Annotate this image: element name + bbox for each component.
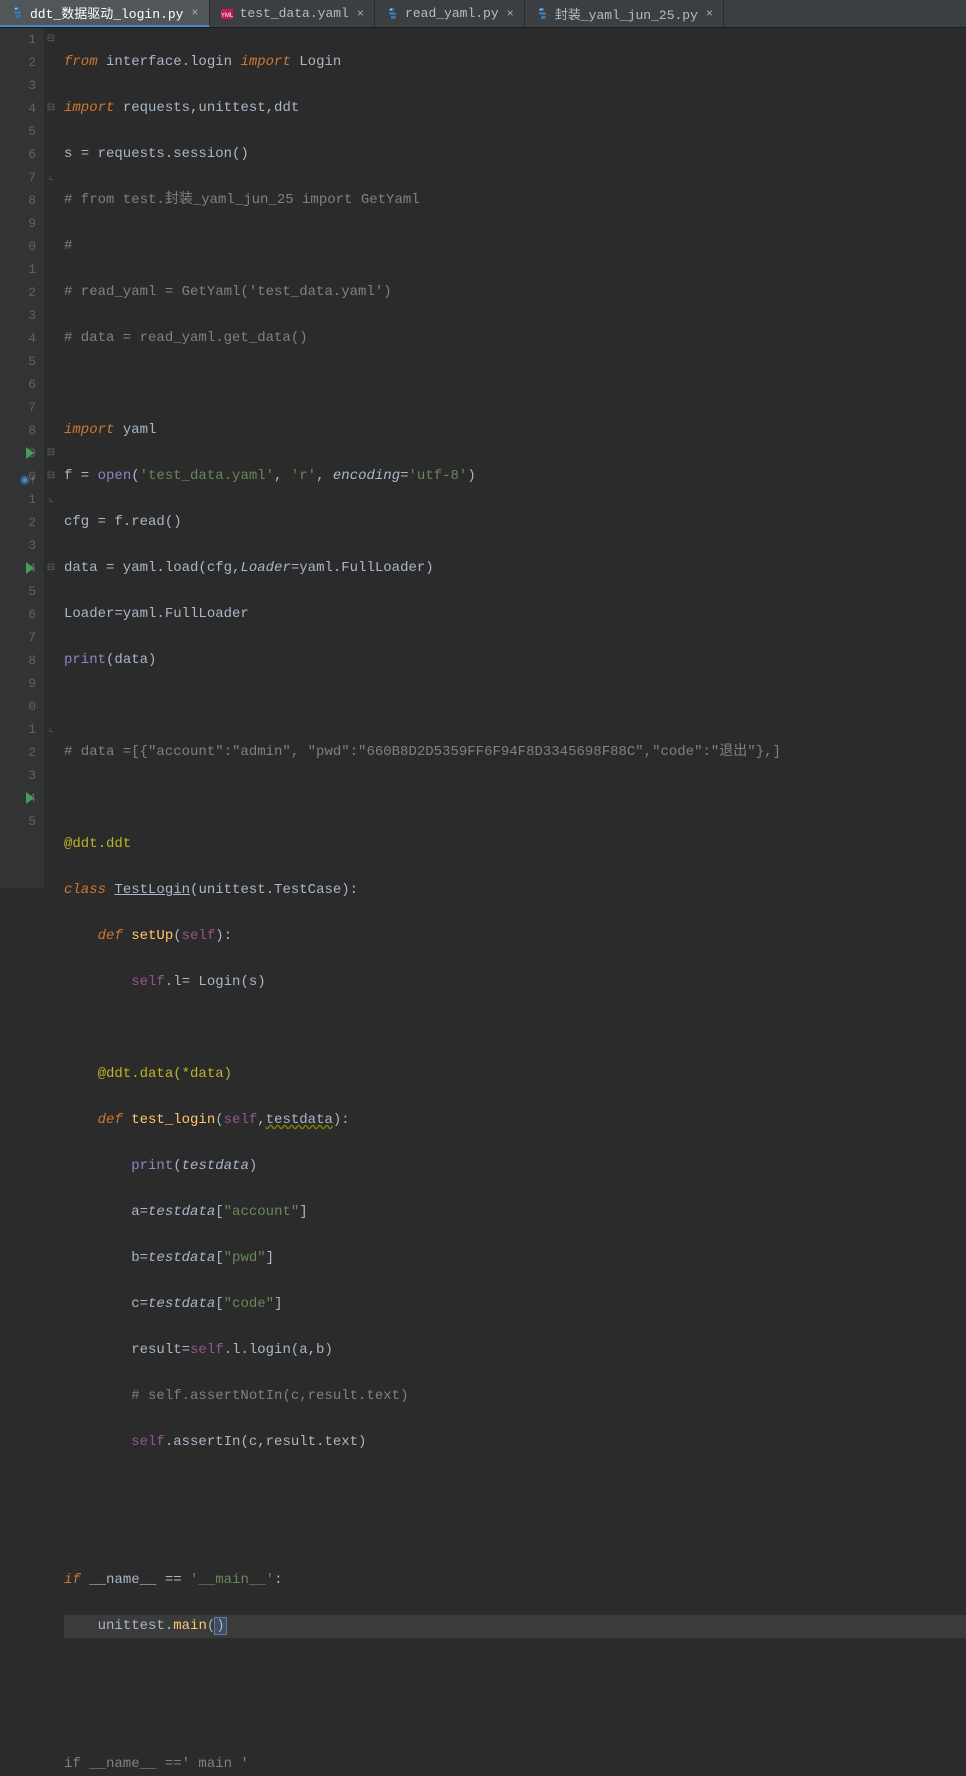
tab-label: 封装_yaml_jun_25.py: [555, 4, 698, 23]
run-gutter-icon[interactable]: [26, 447, 34, 459]
line-number: 4: [0, 327, 36, 350]
editor-tabs: ddt_数据驱动_login.py × YML test_data.yaml ×…: [0, 0, 966, 28]
line-number: 5: [0, 120, 36, 143]
line-number: 4: [0, 557, 36, 580]
yaml-icon: YML: [220, 7, 234, 21]
line-number: 7: [0, 626, 36, 649]
line-number: 8: [0, 189, 36, 212]
fold-gutter: ⊟⊟⌞⊟⊟⌞⊟⌞: [44, 28, 58, 888]
tab-test-data[interactable]: YML test_data.yaml ×: [210, 0, 375, 27]
close-icon[interactable]: ×: [191, 6, 198, 20]
close-icon[interactable]: ×: [507, 7, 514, 21]
tab-ddt-login[interactable]: ddt_数据驱动_login.py ×: [0, 0, 210, 27]
line-number: 7: [0, 396, 36, 419]
code-editor[interactable]: 1 2 3 4 5 6 7 8 9 0 1 2 3 4 5 6 7 8 9 0◉…: [0, 28, 966, 888]
close-icon[interactable]: ×: [706, 7, 713, 21]
line-number: 5: [0, 350, 36, 373]
line-number: 6: [0, 373, 36, 396]
line-number: 5: [0, 810, 36, 833]
line-number: 2: [0, 741, 36, 764]
line-number: 9: [0, 212, 36, 235]
line-number: 3: [0, 304, 36, 327]
line-number: 1: [0, 28, 36, 51]
run-gutter-icon[interactable]: [26, 792, 34, 804]
line-number-gutter: 1 2 3 4 5 6 7 8 9 0 1 2 3 4 5 6 7 8 9 0◉…: [0, 28, 44, 888]
caret: ): [214, 1617, 226, 1635]
line-number: 6: [0, 143, 36, 166]
svg-text:YML: YML: [220, 13, 233, 19]
python-icon: [10, 6, 24, 20]
line-number: 3: [0, 74, 36, 97]
line-number: 9: [0, 672, 36, 695]
line-number: 8: [0, 649, 36, 672]
line-number: 0◉↑: [0, 465, 36, 488]
python-icon: [535, 7, 549, 21]
line-number: 5: [0, 580, 36, 603]
tab-label: test_data.yaml: [240, 6, 349, 21]
line-number: 0: [0, 695, 36, 718]
tab-label: read_yaml.py: [405, 6, 499, 21]
close-icon[interactable]: ×: [357, 7, 364, 21]
line-number: 6: [0, 603, 36, 626]
line-number: 2: [0, 511, 36, 534]
line-number: 2: [0, 51, 36, 74]
code-area[interactable]: from interface.login import Login import…: [58, 28, 966, 888]
run-gutter-icon[interactable]: [26, 562, 34, 574]
line-number: 3: [0, 764, 36, 787]
line-number: 1: [0, 488, 36, 511]
parameter-hint: if __name__ ==' main ': [64, 1756, 249, 1772]
line-number: 8: [0, 419, 36, 442]
line-number: 3: [0, 534, 36, 557]
tab-label: ddt_数据驱动_login.py: [30, 3, 183, 22]
line-number: 9: [0, 442, 36, 465]
line-number: 1: [0, 258, 36, 281]
line-number: 0: [0, 235, 36, 258]
line-number: 4: [0, 97, 36, 120]
line-number: 4: [0, 787, 36, 810]
line-number: 7: [0, 166, 36, 189]
python-icon: [385, 7, 399, 21]
line-number: 2: [0, 281, 36, 304]
line-number: 1: [0, 718, 36, 741]
tab-read-yaml[interactable]: read_yaml.py ×: [375, 0, 525, 27]
tab-fengzhuang-yaml[interactable]: 封装_yaml_jun_25.py ×: [525, 0, 724, 27]
